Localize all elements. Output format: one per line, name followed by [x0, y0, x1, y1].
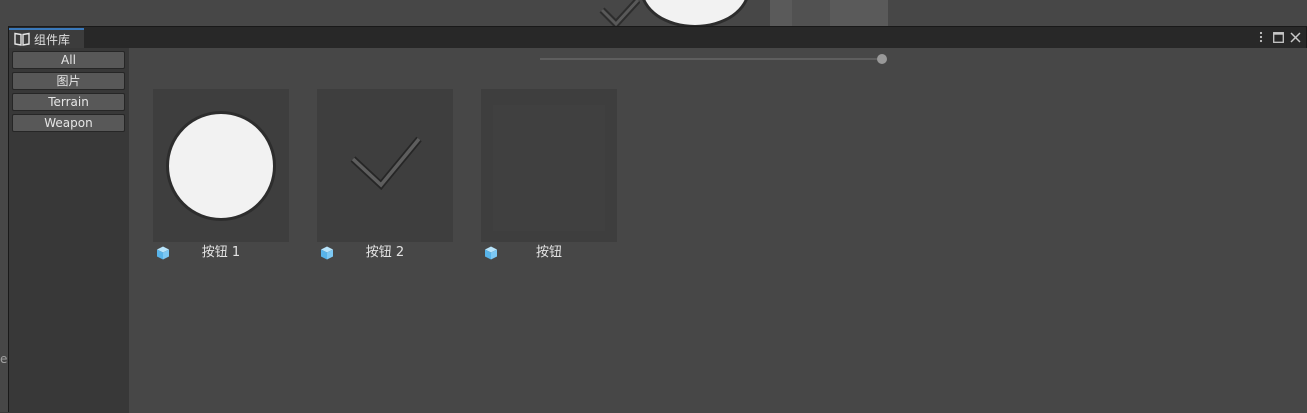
asset-item[interactable]: 按钮 1: [153, 89, 289, 269]
maximize-icon[interactable]: [1270, 29, 1286, 45]
category-button-weapon[interactable]: Weapon: [12, 114, 125, 132]
component-library-window: 组件库 All 图片 Terrain Weapon 按钮 1 按钮 2 按钮: [8, 26, 1307, 413]
background-circle-sprite: [640, 0, 750, 28]
blank-sprite-preview: [493, 105, 605, 231]
asset-label-row: 按钮 2: [317, 244, 453, 262]
close-icon[interactable]: [1287, 29, 1303, 45]
background-strip: [792, 0, 830, 26]
asset-item[interactable]: 按钮 2: [317, 89, 453, 269]
zoom-slider-track[interactable]: [540, 58, 882, 60]
circle-sprite-preview: [166, 111, 276, 221]
more-options-icon[interactable]: [1253, 29, 1269, 45]
category-button-images[interactable]: 图片: [12, 72, 125, 90]
category-button-all[interactable]: All: [12, 51, 125, 69]
asset-name: 按钮: [535, 245, 562, 260]
asset-name: 按钮 2: [365, 245, 405, 260]
background-strip: [770, 0, 792, 26]
asset-label-row: 按钮: [481, 244, 617, 262]
asset-thumbnail[interactable]: [317, 89, 453, 242]
asset-name: 按钮 1: [201, 245, 241, 260]
tab-label: 组件库: [34, 32, 71, 47]
asset-thumbnail[interactable]: [481, 89, 617, 242]
zoom-slider-thumb[interactable]: [877, 54, 887, 64]
tab-component-library[interactable]: 组件库: [9, 28, 84, 48]
asset-item[interactable]: 按钮: [481, 89, 617, 269]
tab-bar: 组件库: [9, 27, 1306, 48]
asset-grid-panel: 按钮 1 按钮 2 按钮: [129, 48, 1307, 413]
category-sidebar: All 图片 Terrain Weapon: [9, 48, 129, 413]
checkmark-sprite-preview: [345, 129, 425, 205]
background-strip: [830, 0, 888, 26]
asset-label-row: 按钮 1: [153, 244, 289, 262]
background-checkmark-icon: [596, 0, 640, 26]
book-icon: [14, 32, 30, 46]
category-button-terrain[interactable]: Terrain: [12, 93, 125, 111]
background-partial-text: e: [0, 352, 8, 366]
asset-thumbnail[interactable]: [153, 89, 289, 242]
